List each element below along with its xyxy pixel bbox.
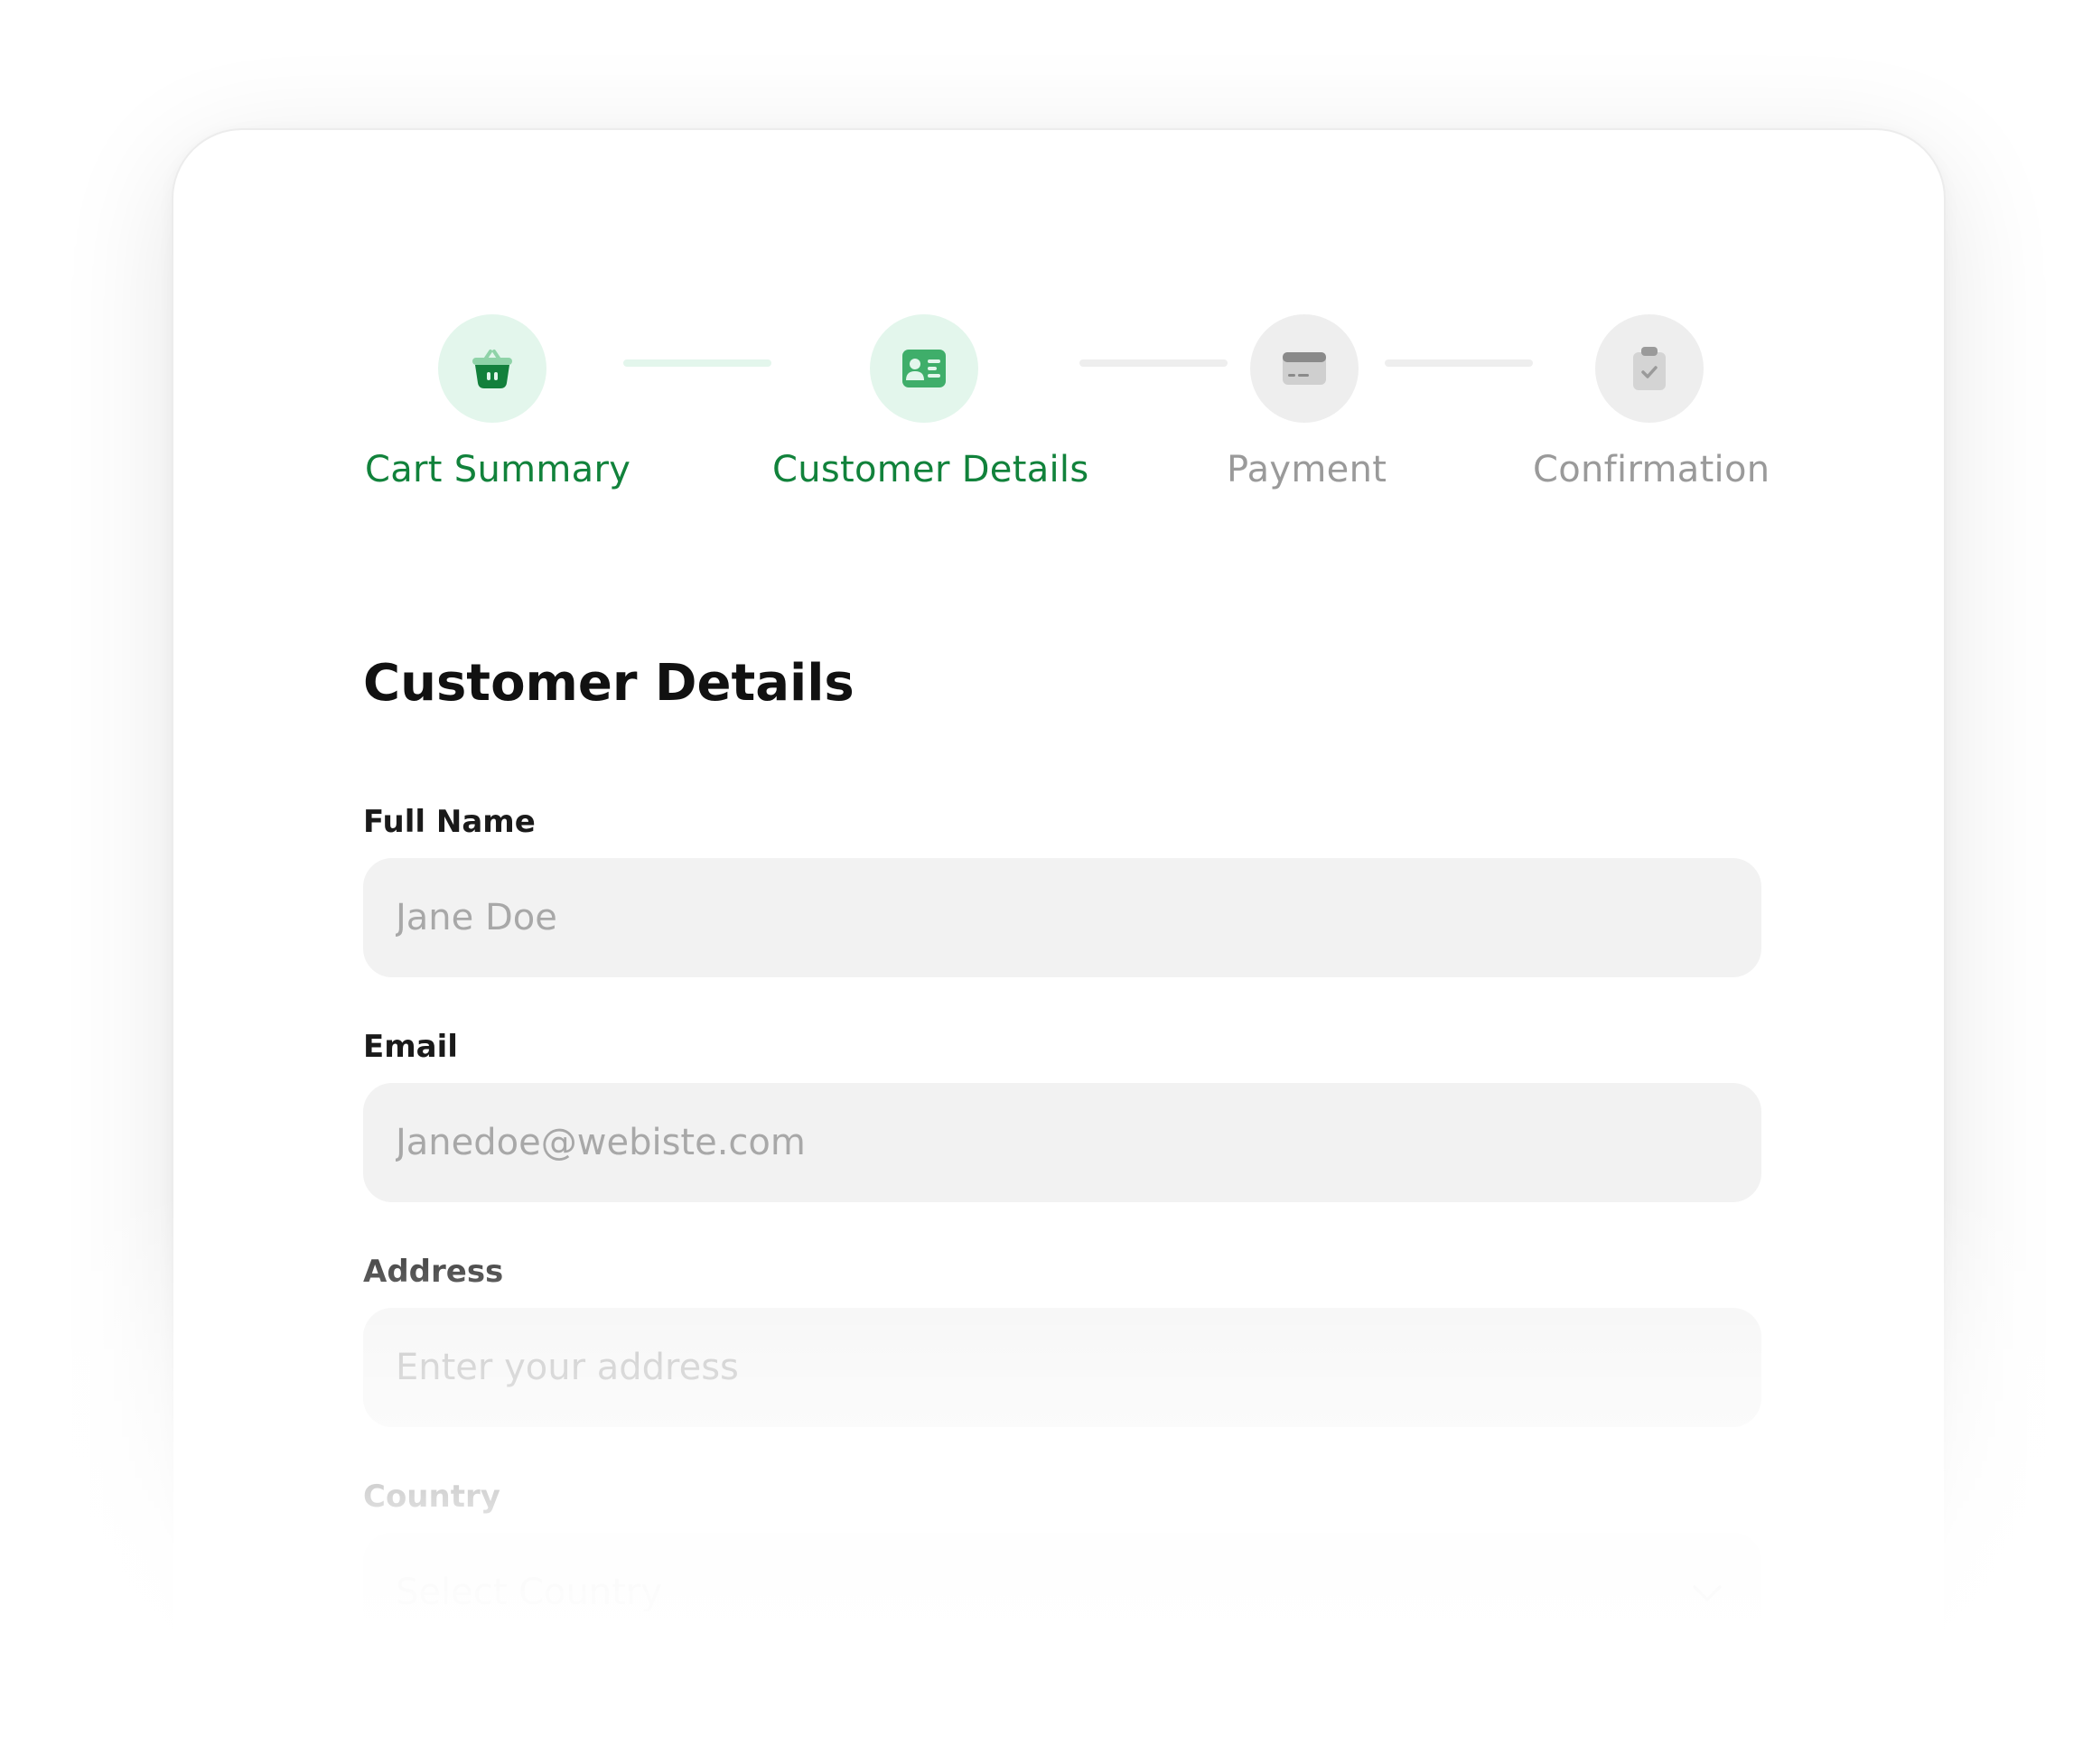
step-payment-circle[interactable] xyxy=(1250,314,1359,423)
address-input[interactable] xyxy=(363,1308,1761,1427)
full-name-input[interactable] xyxy=(363,858,1761,977)
clipboard-check-icon xyxy=(1633,347,1666,390)
step-label-cart-summary[interactable]: Cart Summary xyxy=(365,443,630,497)
address-label: Address xyxy=(363,1254,504,1290)
state-label: State/Province xyxy=(363,1696,618,1732)
step-connector-2 xyxy=(1079,359,1228,367)
country-label: Country xyxy=(363,1479,500,1515)
step-connector-3 xyxy=(1385,359,1533,367)
step-label-customer-details[interactable]: Customer Details xyxy=(772,443,1088,497)
email-label: Email xyxy=(363,1029,458,1065)
step-cart-summary-circle[interactable] xyxy=(438,314,546,423)
country-select[interactable]: Select Country xyxy=(363,1533,1761,1652)
id-card-icon xyxy=(902,350,946,387)
basket-icon xyxy=(472,350,512,388)
credit-card-icon xyxy=(1283,352,1326,385)
step-label-confirmation[interactable]: Confirmation xyxy=(1533,443,1770,497)
page: Cart Summary Customer Details Payment Co… xyxy=(0,0,2092,1764)
section-title: Customer Details xyxy=(363,654,855,713)
step-confirmation-circle[interactable] xyxy=(1595,314,1704,423)
step-connector-1 xyxy=(623,359,771,367)
email-input[interactable] xyxy=(363,1083,1761,1202)
step-label-payment[interactable]: Payment xyxy=(1227,443,1387,497)
full-name-label: Full Name xyxy=(363,804,536,840)
chevron-down-icon xyxy=(1693,1585,1722,1601)
country-select-value: Select Country xyxy=(396,1572,663,1613)
step-customer-details-circle[interactable] xyxy=(870,314,978,423)
